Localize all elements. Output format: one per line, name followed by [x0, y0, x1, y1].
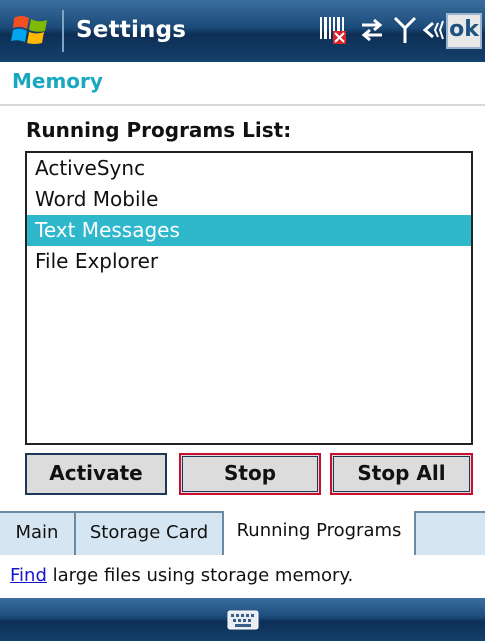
- windows-start-icon[interactable]: [10, 12, 52, 50]
- list-item-selected[interactable]: Text Messages: [27, 215, 471, 246]
- running-programs-list[interactable]: ActiveSync Word Mobile Text Messages Fil…: [25, 151, 473, 445]
- find-link[interactable]: Find: [10, 565, 47, 586]
- tab-running-programs[interactable]: Running Programs: [224, 511, 416, 555]
- barcode-icon[interactable]: [318, 14, 348, 50]
- keyboard-icon[interactable]: [227, 608, 259, 636]
- volume-icon[interactable]: [421, 14, 445, 50]
- sync-icon[interactable]: [357, 14, 387, 50]
- signal-icon[interactable]: [392, 14, 418, 50]
- list-item[interactable]: ActiveSync: [27, 153, 471, 184]
- list-item[interactable]: File Explorer: [27, 246, 471, 277]
- app-title: Settings: [76, 17, 187, 43]
- page-title: Memory: [12, 69, 103, 93]
- soft-key-bar: [0, 598, 485, 641]
- running-programs-label: Running Programs List:: [26, 118, 292, 142]
- list-item[interactable]: Word Mobile: [27, 184, 471, 215]
- find-description: large files using storage memory.: [46, 565, 354, 586]
- find-files-text: Find large files using storage memory.: [10, 565, 353, 586]
- tab-strip: Main Storage Card Running Programs: [0, 511, 485, 555]
- stop-all-button[interactable]: Stop All: [330, 453, 473, 495]
- ok-button[interactable]: ok: [446, 13, 482, 49]
- activate-button[interactable]: Activate: [25, 453, 167, 495]
- title-bar: Settings ok: [0, 0, 485, 62]
- stop-button[interactable]: Stop: [179, 453, 321, 495]
- tab-main[interactable]: Main: [0, 513, 76, 555]
- tab-storage-card[interactable]: Storage Card: [76, 513, 224, 555]
- header-divider: [0, 104, 485, 106]
- title-separator: [62, 10, 64, 52]
